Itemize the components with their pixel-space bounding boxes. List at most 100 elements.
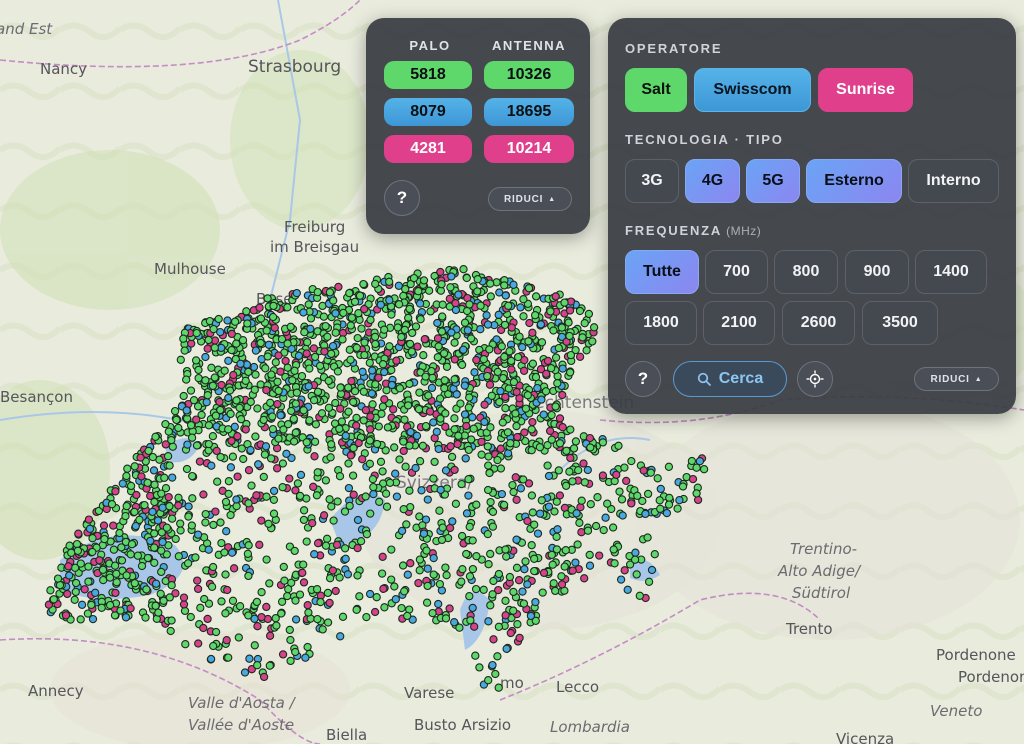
antenna-marker[interactable] (416, 315, 425, 324)
antenna-marker[interactable] (356, 537, 366, 546)
antenna-marker[interactable] (224, 393, 233, 403)
antenna-marker[interactable] (202, 398, 211, 407)
antenna-marker[interactable] (343, 570, 353, 579)
antenna-marker[interactable] (374, 422, 383, 431)
antenna-marker[interactable] (572, 509, 581, 518)
antenna-marker[interactable] (130, 579, 139, 588)
antenna-marker[interactable] (137, 561, 147, 571)
freq-tutte-button[interactable]: Tutte (625, 250, 699, 294)
antenna-marker[interactable] (473, 275, 482, 284)
antenna-marker[interactable] (457, 360, 467, 370)
antenna-marker[interactable] (353, 543, 362, 553)
antenna-marker[interactable] (352, 605, 361, 614)
antenna-marker[interactable] (464, 403, 473, 412)
antenna-marker[interactable] (286, 656, 295, 666)
antenna-marker[interactable] (338, 335, 347, 344)
antenna-marker[interactable] (585, 561, 595, 570)
antenna-marker[interactable] (546, 307, 555, 316)
antenna-marker[interactable] (405, 486, 414, 495)
antenna-marker[interactable] (301, 653, 310, 662)
antenna-marker[interactable] (261, 442, 271, 451)
antenna-marker[interactable] (272, 621, 281, 630)
antenna-marker[interactable] (577, 496, 586, 505)
antenna-marker[interactable] (687, 456, 697, 466)
antenna-marker[interactable] (291, 399, 300, 408)
antenna-marker[interactable] (506, 439, 515, 448)
antenna-marker[interactable] (385, 478, 395, 487)
antenna-marker[interactable] (441, 466, 451, 475)
antenna-marker[interactable] (130, 507, 139, 517)
antenna-marker[interactable] (285, 474, 294, 483)
antenna-marker[interactable] (451, 305, 461, 315)
antenna-marker[interactable] (566, 425, 575, 434)
antenna-marker[interactable] (228, 596, 238, 605)
antenna-marker[interactable] (365, 589, 375, 599)
antenna-marker[interactable] (465, 522, 474, 531)
antenna-marker[interactable] (286, 322, 295, 331)
antenna-marker[interactable] (238, 336, 248, 345)
antenna-marker[interactable] (618, 511, 627, 520)
antenna-marker[interactable] (146, 536, 155, 546)
antenna-marker[interactable] (482, 311, 491, 320)
antenna-marker[interactable] (99, 521, 109, 530)
antenna-marker[interactable] (653, 474, 662, 483)
antenna-marker[interactable] (462, 421, 471, 431)
antenna-marker[interactable] (472, 500, 481, 509)
antenna-marker[interactable] (85, 524, 95, 533)
antenna-marker[interactable] (236, 415, 246, 424)
antenna-marker[interactable] (136, 453, 145, 462)
antenna-marker[interactable] (269, 301, 278, 311)
antenna-marker[interactable] (253, 622, 262, 631)
antenna-marker[interactable] (232, 396, 241, 405)
antenna-marker[interactable] (179, 334, 188, 343)
antenna-marker[interactable] (209, 520, 218, 530)
antenna-marker[interactable] (465, 300, 474, 309)
antenna-marker[interactable] (166, 626, 175, 636)
antenna-marker[interactable] (352, 421, 361, 430)
antenna-marker[interactable] (293, 479, 303, 488)
antenna-marker[interactable] (533, 529, 543, 538)
antenna-marker[interactable] (400, 587, 409, 596)
antenna-marker[interactable] (112, 578, 121, 587)
antenna-marker[interactable] (321, 321, 330, 331)
antenna-marker[interactable] (236, 359, 245, 368)
antenna-marker[interactable] (580, 319, 589, 328)
type-interno-button[interactable]: Interno (908, 159, 999, 203)
antenna-marker[interactable] (370, 607, 380, 617)
antenna-marker[interactable] (244, 571, 253, 581)
antenna-marker[interactable] (397, 603, 406, 613)
antenna-marker[interactable] (411, 463, 420, 473)
antenna-marker[interactable] (511, 473, 520, 482)
antenna-marker[interactable] (204, 439, 213, 449)
antenna-marker[interactable] (263, 352, 272, 361)
antenna-marker[interactable] (199, 623, 208, 633)
antenna-marker[interactable] (359, 279, 368, 289)
antenna-marker[interactable] (440, 384, 449, 393)
antenna-marker[interactable] (485, 345, 494, 354)
antenna-marker[interactable] (203, 614, 212, 624)
antenna-marker[interactable] (454, 431, 463, 440)
antenna-marker[interactable] (170, 406, 180, 416)
antenna-marker[interactable] (191, 356, 201, 365)
antenna-marker[interactable] (484, 676, 493, 685)
antenna-marker[interactable] (109, 545, 119, 554)
antenna-marker[interactable] (204, 335, 213, 345)
antenna-marker[interactable] (390, 582, 399, 591)
antenna-marker[interactable] (274, 434, 283, 443)
antenna-marker[interactable] (252, 491, 261, 500)
antenna-marker[interactable] (552, 532, 561, 541)
antenna-marker[interactable] (436, 267, 445, 277)
antenna-marker[interactable] (126, 550, 135, 559)
antenna-marker[interactable] (537, 338, 547, 347)
antenna-marker[interactable] (141, 613, 150, 622)
antenna-marker[interactable] (450, 465, 459, 475)
antenna-marker[interactable] (459, 345, 468, 354)
antenna-marker[interactable] (227, 345, 236, 355)
antenna-marker[interactable] (395, 384, 405, 393)
antenna-marker[interactable] (70, 595, 79, 604)
antenna-marker[interactable] (255, 303, 264, 312)
antenna-marker[interactable] (360, 304, 369, 314)
antenna-marker[interactable] (208, 381, 218, 390)
antenna-marker[interactable] (193, 402, 203, 411)
antenna-marker[interactable] (450, 375, 459, 384)
